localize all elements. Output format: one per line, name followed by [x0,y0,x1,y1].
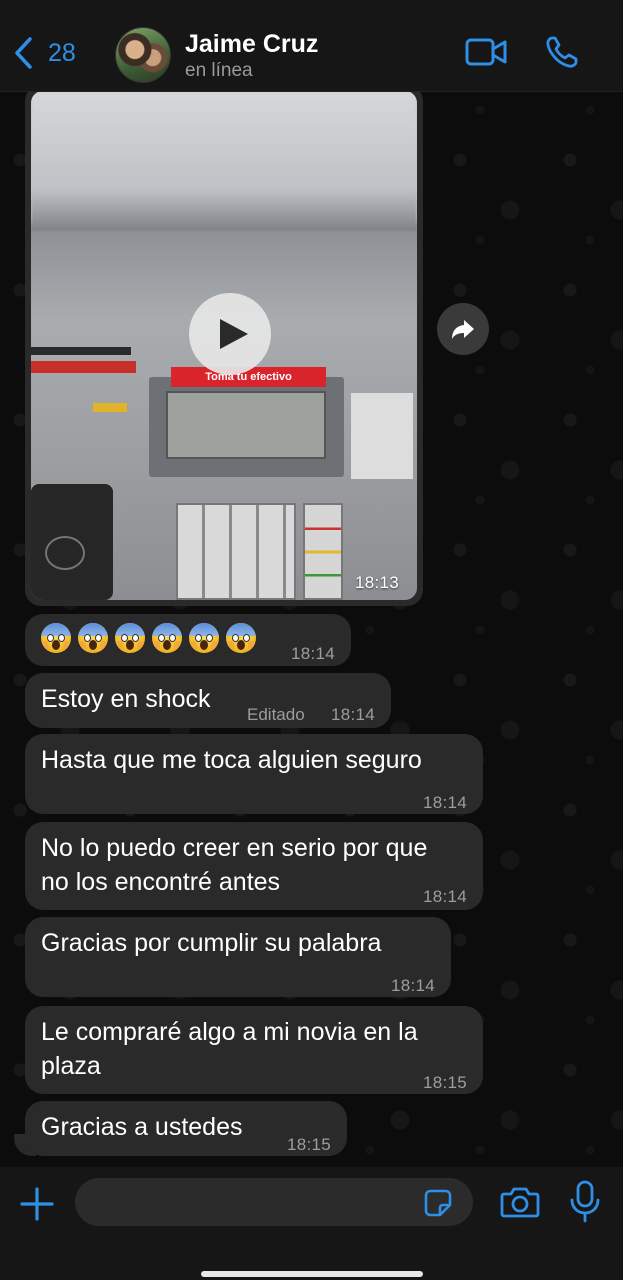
message-time: 18:14 [290,644,335,663]
microphone-icon[interactable] [568,1180,602,1224]
message-time: 18:15 [286,1135,331,1154]
atm-red-strip [31,361,136,373]
back-button[interactable]: 28 [12,36,76,70]
atm-keypad-function-keys [303,503,343,600]
message-bubble[interactable]: Gracias a ustedes 18:15 [25,1101,347,1156]
screaming-face-emoji [115,623,145,653]
screaming-face-emoji [189,623,219,653]
video-message[interactable]: Toma tu efectivo 18:13 [25,85,423,606]
screaming-face-emoji [226,623,256,653]
contact-status: en línea [185,60,253,81]
message-time: 18:14 [422,887,467,906]
contact-avatar[interactable] [115,27,171,83]
message-composer [0,1167,623,1280]
camera-icon[interactable] [500,1185,540,1219]
atm-yellow-light [93,403,127,412]
video-thumbnail[interactable]: Toma tu efectivo 18:13 [31,91,417,600]
message-text: Gracias a ustedes [41,1113,243,1141]
message-bubble[interactable]: Hasta que me toca alguien seguro 18:14 [25,734,483,814]
home-indicator[interactable] [201,1271,423,1277]
message-bubble[interactable]: Le compraré algo a mi novia en la plaza … [25,1006,483,1094]
atm-screen-blur [31,91,417,231]
message-bubble[interactable]: 18:14 [25,614,351,666]
contactless-icon [45,536,85,570]
forward-icon [452,320,474,339]
message-time: 18:15 [422,1073,467,1092]
message-text: Estoy en shock [41,685,211,713]
edited-label: Editado [247,705,305,724]
message-time: 18:14 [330,705,375,724]
chat-header: 28 Jaime Cruz en línea [0,0,623,92]
atm-card-slot [31,347,131,355]
video-call-icon[interactable] [465,37,507,67]
sticker-icon[interactable] [424,1189,452,1217]
message-text-line: No lo puedo creer en serio por que [41,834,428,862]
message-text-line: no los encontré antes [41,868,281,896]
screaming-face-emoji [78,623,108,653]
message-bubble[interactable]: No lo puedo creer en serio por que no lo… [25,822,483,910]
message-text: Hasta que me toca alguien seguro [41,746,422,774]
message-time: 18:14 [422,793,467,812]
chevron-left-icon [15,37,32,69]
atm-info-sticker [351,393,413,479]
play-button[interactable] [189,293,271,375]
atm-keypad [176,503,296,600]
message-input[interactable] [75,1178,473,1226]
screaming-face-emoji [41,623,71,653]
atm-cash-window [166,391,326,459]
message-bubble[interactable]: Gracias por cumplir su palabra 18:14 [25,917,451,997]
message-time: 18:13 [354,573,399,592]
phone-icon[interactable] [545,35,579,69]
contact-name[interactable]: Jaime Cruz [185,30,318,59]
message-text-line: Le compraré algo a mi novia en la [41,1018,418,1046]
message-time: 18:14 [390,976,435,995]
plus-icon[interactable] [18,1185,56,1223]
play-icon [220,319,248,349]
screaming-face-emoji [152,623,182,653]
unread-count: 28 [48,38,76,67]
message-text: Gracias por cumplir su palabra [41,929,382,957]
message-bubble[interactable]: Estoy en shock Editado 18:14 [25,673,391,728]
forward-button[interactable] [437,303,489,355]
message-text-line: plaza [41,1052,101,1080]
